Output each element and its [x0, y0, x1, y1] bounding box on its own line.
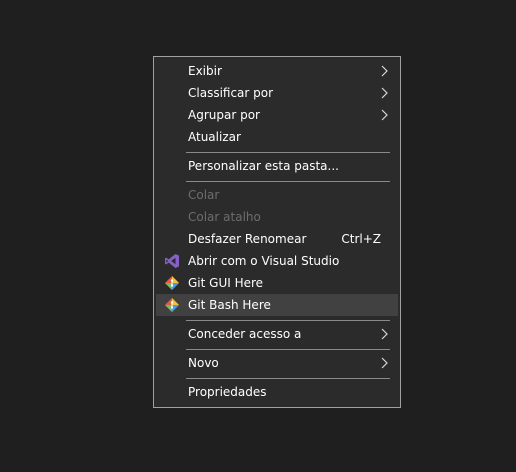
menu-item-label: Git GUI Here: [188, 276, 264, 290]
menu-item-label: Personalizar esta pasta...: [188, 159, 339, 173]
menu-separator: [186, 320, 390, 321]
menu-item-classificar-por[interactable]: Classificar por: [156, 82, 398, 104]
menu-item-label: Atualizar: [188, 130, 241, 144]
menu-item-git-bash-here[interactable]: Git Bash Here: [156, 294, 398, 316]
chevron-right-icon: [381, 109, 388, 121]
menu-separator: [186, 378, 390, 379]
menu-item-personalizar-pasta[interactable]: Personalizar esta pasta...: [156, 155, 398, 177]
menu-separator: [186, 181, 390, 182]
menu-item-label: Novo: [188, 356, 219, 370]
git-gui-icon: [165, 276, 179, 290]
context-menu: Exibir Classificar por Agrupar por Atual…: [153, 56, 401, 408]
menu-item-label: Propriedades: [188, 385, 267, 399]
menu-item-label: Exibir: [188, 64, 222, 78]
chevron-right-icon: [381, 357, 388, 369]
chevron-right-icon: [381, 328, 388, 340]
menu-item-label: Colar: [188, 188, 220, 202]
chevron-right-icon: [381, 87, 388, 99]
menu-item-label: Desfazer Renomear: [188, 232, 307, 246]
visual-studio-icon: [165, 254, 179, 268]
menu-separator: [186, 349, 390, 350]
menu-item-label: Classificar por: [188, 86, 274, 100]
menu-item-exibir[interactable]: Exibir: [156, 60, 398, 82]
menu-item-abrir-visual-studio[interactable]: Abrir com o Visual Studio: [156, 250, 398, 272]
menu-item-novo[interactable]: Novo: [156, 352, 398, 374]
keyboard-shortcut: Ctrl+Z: [341, 232, 381, 246]
menu-item-propriedades[interactable]: Propriedades: [156, 381, 398, 403]
menu-item-label: Git Bash Here: [188, 298, 271, 312]
menu-item-git-gui-here[interactable]: Git GUI Here: [156, 272, 398, 294]
menu-item-label: Conceder acesso a: [188, 327, 302, 341]
menu-item-atualizar[interactable]: Atualizar: [156, 126, 398, 148]
menu-item-conceder-acesso[interactable]: Conceder acesso a: [156, 323, 398, 345]
chevron-right-icon: [381, 65, 388, 77]
menu-item-label: Abrir com o Visual Studio: [188, 254, 340, 268]
menu-item-colar: Colar: [156, 184, 398, 206]
menu-item-label: Colar atalho: [188, 210, 261, 224]
menu-item-colar-atalho: Colar atalho: [156, 206, 398, 228]
menu-separator: [186, 152, 390, 153]
git-bash-icon: [165, 298, 179, 312]
menu-item-desfazer-renomear[interactable]: Desfazer Renomear Ctrl+Z: [156, 228, 398, 250]
menu-item-agrupar-por[interactable]: Agrupar por: [156, 104, 398, 126]
menu-item-label: Agrupar por: [188, 108, 260, 122]
